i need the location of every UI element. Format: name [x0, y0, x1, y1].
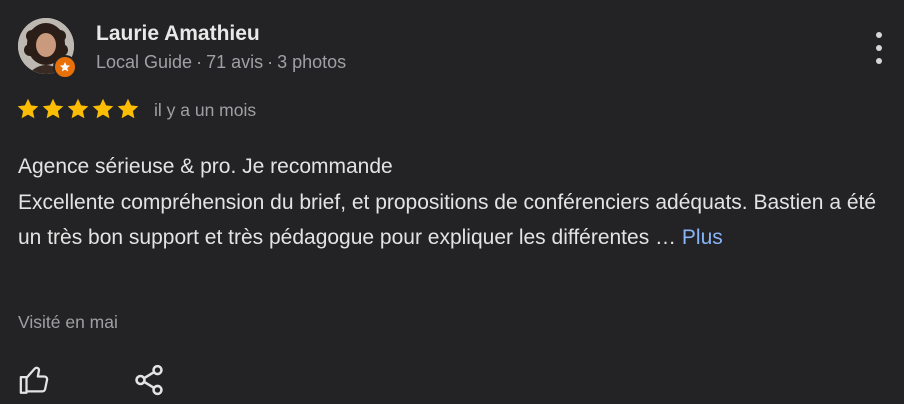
meta-separator: · — [196, 52, 203, 72]
review-line: Agence sérieuse & pro. Je recommande — [18, 155, 393, 178]
avatar[interactable] — [18, 18, 77, 79]
photos-count: 3 photos — [277, 52, 347, 72]
review-body: Excellente compréhension du brief, et pr… — [18, 190, 877, 250]
reviews-count: 71 avis — [206, 52, 264, 72]
reviewer-level: Local Guide — [96, 52, 193, 72]
star-icon — [67, 98, 89, 119]
star-icon — [17, 98, 39, 119]
review-card: Laurie Amathieu Local Guide · 71 avis · 3 ph… — [0, 0, 904, 404]
local-guide-star-icon — [53, 55, 77, 79]
review-line: Excellente compréhension du brief, et pr… — [18, 185, 898, 256]
meta-separator: · — [267, 52, 274, 72]
visited-date: Visité en mai — [18, 312, 118, 332]
thumb-up-icon[interactable] — [17, 362, 53, 398]
star-rating — [16, 97, 140, 121]
reviewer-meta: Local Guide · 71 avis · 3 photos — [96, 52, 346, 73]
review-time: il y a un mois — [154, 100, 257, 120]
star-icon — [92, 98, 114, 119]
more-vert-icon[interactable] — [864, 30, 894, 66]
reviewer-name[interactable]: Laurie Amathieu — [96, 22, 260, 46]
review-text: Agence sérieuse & pro. Je recommande Exc… — [18, 149, 898, 256]
star-icon — [42, 98, 64, 119]
star-icon — [117, 98, 139, 119]
more-link[interactable]: Plus — [682, 226, 723, 249]
share-icon[interactable] — [131, 362, 167, 398]
